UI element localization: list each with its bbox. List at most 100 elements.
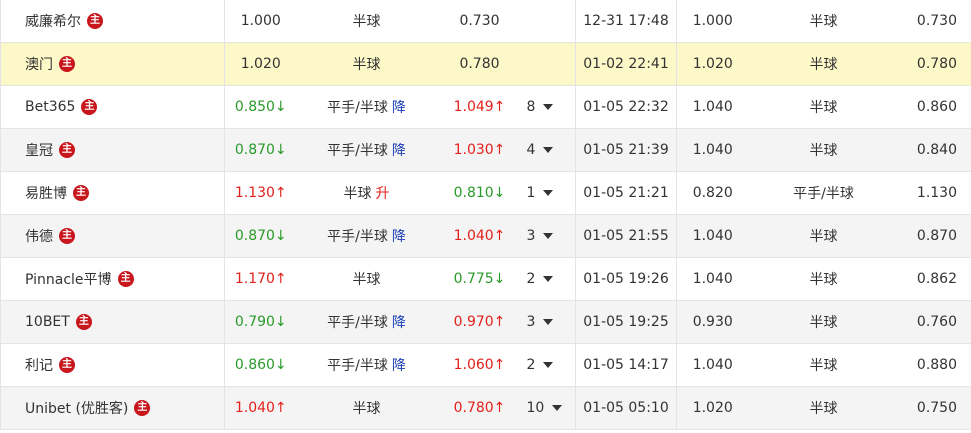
main-badge-icon: 主 [59, 228, 75, 244]
initial-home-odds: 1.000 [676, 0, 749, 43]
live-home-odds: 1.130↑ [224, 171, 297, 215]
live-away-odds: 1.049↑ [436, 85, 523, 129]
company-cell[interactable]: 威廉希尔主 [0, 0, 225, 43]
initial-away-odds: 0.870 [898, 214, 971, 258]
main-badge-icon: 主 [73, 185, 89, 201]
initial-handicap: 半球 [748, 386, 899, 430]
change-count-cell[interactable]: 10 [522, 386, 576, 430]
company-cell[interactable]: 易胜博主 [0, 171, 225, 215]
odds-row[interactable]: Pinnacle平博主 1.170↑ 半球 0.775↓ 2 01-05 19:… [0, 257, 971, 301]
initial-handicap: 半球 [748, 257, 899, 301]
company-cell[interactable]: 伟德主 [0, 214, 225, 258]
company-name[interactable]: 威廉希尔 [25, 14, 81, 30]
live-handicap: 平手/半球 [327, 229, 388, 245]
change-count-cell[interactable]: 8 [522, 85, 576, 129]
chevron-down-icon[interactable] [543, 233, 554, 239]
change-count-cell[interactable]: 2 [522, 257, 576, 301]
company-cell[interactable]: Pinnacle平博主 [0, 257, 225, 301]
handicap-change: 降 [391, 229, 406, 245]
company-cell[interactable]: 利记主 [0, 343, 225, 387]
live-handicap-cell: 平手/半球降 [296, 343, 437, 387]
change-count-cell[interactable]: 3 [522, 300, 576, 344]
company-name[interactable]: 皇冠 [25, 143, 53, 159]
odds-row[interactable]: Bet365 主 0.850↓ 平手/半球降 1.049↑ 8 01-05 22:… [0, 85, 971, 129]
chevron-down-icon[interactable] [543, 104, 554, 110]
main-badge-icon: 主 [117, 271, 134, 287]
change-count-cell[interactable]: 3 [522, 214, 576, 258]
main-badge-icon: 主 [59, 357, 75, 373]
change-time: 01-05 21:39 [575, 128, 677, 172]
chevron-down-icon[interactable] [543, 319, 554, 325]
company-name[interactable]: 10BET [25, 314, 70, 330]
company-cell[interactable]: Bet365 主 [0, 85, 225, 129]
live-handicap-cell: 半球 [296, 386, 437, 430]
change-count: 10 [526, 400, 545, 416]
initial-away-odds: 0.750 [898, 386, 971, 430]
initial-home-odds: 1.020 [676, 42, 749, 86]
chevron-down-icon[interactable] [543, 147, 554, 153]
initial-home-odds: 1.040 [676, 343, 749, 387]
company-cell[interactable]: Unibet (优胜客) 主 [0, 386, 225, 430]
company-cell[interactable]: 10BET 主 [0, 300, 225, 344]
chevron-down-icon[interactable] [543, 276, 554, 282]
change-count: 2 [526, 271, 536, 287]
odds-row[interactable]: 利记主 0.860↓ 平手/半球降 1.060↑ 2 01-05 14:17 1… [0, 343, 971, 387]
live-handicap-cell: 半球 [296, 257, 437, 301]
initial-handicap: 半球 [748, 128, 899, 172]
chevron-down-icon[interactable] [543, 190, 554, 196]
company-name[interactable]: Bet365 [25, 99, 75, 115]
company-cell[interactable]: 澳门主 [0, 42, 225, 86]
live-handicap: 半球 [352, 272, 381, 288]
odds-row[interactable]: 皇冠主 0.870↓ 平手/半球降 1.030↑ 4 01-05 21:39 1… [0, 128, 971, 172]
company-cell[interactable]: 皇冠主 [0, 128, 225, 172]
company-name[interactable]: Pinnacle平博 [25, 272, 112, 288]
company-name[interactable]: 伟德 [25, 229, 53, 245]
change-count-cell[interactable] [522, 42, 576, 86]
odds-row[interactable]: 10BET 主 0.790↓ 平手/半球降 0.970↑ 3 01-05 19:2… [0, 300, 971, 344]
chevron-down-icon[interactable] [543, 362, 554, 368]
handicap-change: 降 [391, 315, 406, 331]
odds-row[interactable]: Unibet (优胜客) 主 1.040↑ 半球 0.780↑ 10 01-05 … [0, 386, 971, 430]
odds-row[interactable]: 伟德主 0.870↓ 平手/半球降 1.040↑ 3 01-05 21:55 1… [0, 214, 971, 258]
company-name[interactable]: 易胜博 [25, 186, 67, 202]
live-home-odds: 0.850↓ [224, 85, 297, 129]
company-name[interactable]: 利记 [25, 358, 53, 374]
live-handicap-cell: 平手/半球降 [296, 214, 437, 258]
live-handicap-cell: 半球 [296, 42, 437, 86]
live-home-odds: 0.870↓ [224, 214, 297, 258]
change-count-cell[interactable]: 4 [522, 128, 576, 172]
live-handicap: 半球 [352, 14, 381, 30]
live-handicap: 平手/半球 [327, 100, 388, 116]
odds-row[interactable]: 易胜博主 1.130↑ 半球升 0.810↓ 1 01-05 21:21 0.8… [0, 171, 971, 215]
change-count-cell[interactable]: 2 [522, 343, 576, 387]
odds-table: 威廉希尔主 1.000 半球 0.730 12-31 17:48 1.000 半… [0, 0, 971, 430]
change-count: 4 [526, 142, 536, 158]
initial-handicap: 半球 [748, 343, 899, 387]
live-handicap-cell: 平手/半球降 [296, 300, 437, 344]
live-home-odds: 0.790↓ [224, 300, 297, 344]
change-count-cell[interactable] [522, 0, 576, 43]
change-time: 01-05 14:17 [575, 343, 677, 387]
live-handicap: 半球 [343, 186, 372, 202]
initial-away-odds: 0.780 [898, 42, 971, 86]
handicap-change: 升 [375, 186, 390, 202]
initial-away-odds: 0.862 [898, 257, 971, 301]
change-count-cell[interactable]: 1 [522, 171, 576, 215]
change-time: 01-05 21:55 [575, 214, 677, 258]
initial-home-odds: 0.820 [676, 171, 749, 215]
initial-handicap: 半球 [748, 0, 899, 43]
company-name[interactable]: Unibet (优胜客) [25, 401, 128, 417]
live-handicap-cell: 半球升 [296, 171, 437, 215]
odds-row[interactable]: 澳门主 1.020 半球 0.780 01-02 22:41 1.020 半球 … [0, 42, 971, 86]
change-count: 3 [526, 228, 536, 244]
live-home-odds: 1.000 [224, 0, 297, 43]
initial-away-odds: 0.840 [898, 128, 971, 172]
live-handicap: 平手/半球 [327, 315, 388, 331]
company-name[interactable]: 澳门 [25, 57, 53, 73]
chevron-down-icon[interactable] [552, 405, 563, 411]
live-away-odds: 0.730 [436, 0, 523, 43]
live-home-odds: 0.870↓ [224, 128, 297, 172]
live-handicap: 半球 [352, 401, 381, 417]
main-badge-icon: 主 [81, 99, 98, 115]
odds-row[interactable]: 威廉希尔主 1.000 半球 0.730 12-31 17:48 1.000 半… [0, 0, 971, 43]
